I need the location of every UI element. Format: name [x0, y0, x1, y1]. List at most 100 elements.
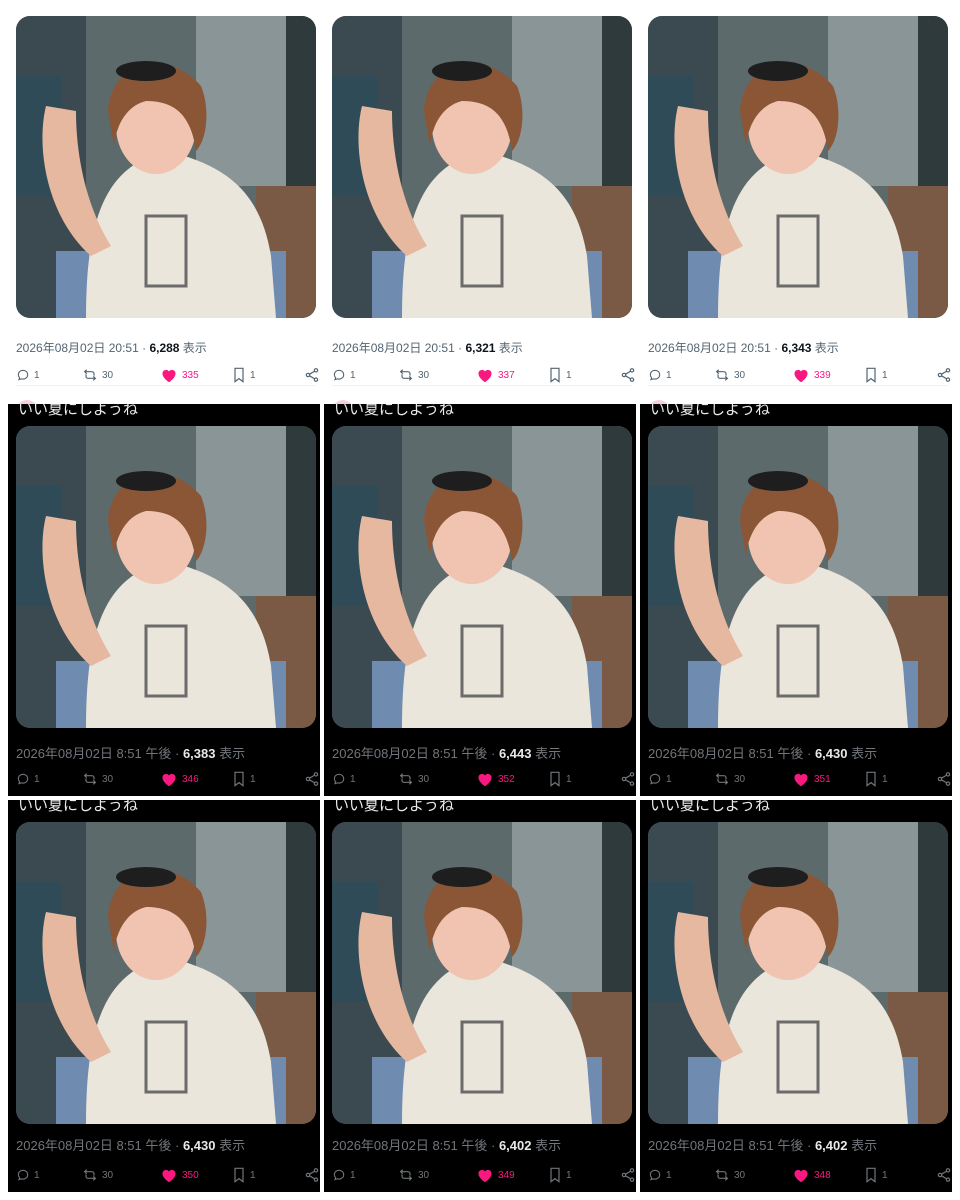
bookmarks-count: 1: [250, 1169, 256, 1181]
heart-icon: [792, 771, 810, 787]
reply-button[interactable]: 1: [648, 1165, 672, 1185]
post-date[interactable]: 2026年08月02日 8:51 午後: [332, 1138, 487, 1153]
reply-button[interactable]: 1: [16, 769, 40, 789]
repost-button[interactable]: 30: [82, 1165, 113, 1185]
view-count: 6,443: [498, 746, 532, 761]
bookmarks-count: 1: [566, 773, 572, 785]
share-button[interactable]: [936, 769, 952, 789]
separator-dot: ·: [803, 1138, 815, 1153]
bookmark-button[interactable]: 1: [548, 365, 572, 385]
replies-count: 1: [34, 369, 40, 381]
like-button[interactable]: 348: [792, 1165, 831, 1185]
view-count: 6,430: [814, 746, 848, 761]
action-bar: 1 30 339 1: [648, 365, 951, 386]
repost-button[interactable]: 30: [82, 769, 113, 789]
reply-button[interactable]: 1: [332, 769, 356, 789]
like-button[interactable]: 346: [160, 769, 199, 789]
bookmark-button[interactable]: 1: [232, 365, 256, 385]
like-button[interactable]: 349: [476, 1165, 515, 1185]
share-button[interactable]: [304, 1165, 320, 1185]
post-tile: 2026年08月02日 20:51 · 6,321 表示 1 30 337 1: [324, 8, 636, 406]
post-date[interactable]: 2026年08月02日 8:51 午後: [332, 746, 487, 761]
views-label: 表示: [847, 1138, 878, 1153]
post-photo[interactable]: [332, 16, 632, 318]
likes-count: 349: [498, 1169, 515, 1181]
replies-count: 1: [350, 369, 356, 381]
post-timestamp-views: 2026年08月02日 8:51 午後 · 6,430 表示: [16, 1135, 245, 1154]
share-button[interactable]: [936, 365, 952, 385]
like-button[interactable]: 337: [476, 365, 515, 385]
share-button[interactable]: [936, 1165, 952, 1185]
share-button[interactable]: [304, 365, 320, 385]
reply-button[interactable]: 1: [16, 365, 40, 385]
reply-button[interactable]: 1: [16, 1165, 40, 1185]
like-button[interactable]: 352: [476, 769, 515, 789]
heart-icon: [476, 771, 494, 787]
reposts-count: 30: [418, 369, 430, 381]
bookmark-button[interactable]: 1: [232, 1165, 256, 1185]
bookmark-icon: [548, 771, 562, 787]
post-caption: いい夏にしようね: [334, 800, 455, 814]
like-button[interactable]: 350: [160, 1165, 199, 1185]
like-button[interactable]: 335: [160, 365, 199, 385]
repost-button[interactable]: 30: [714, 1165, 745, 1185]
share-button[interactable]: [620, 769, 636, 789]
bookmark-button[interactable]: 1: [864, 365, 888, 385]
repost-button[interactable]: 30: [82, 365, 113, 385]
post-tile: 2026年08月02日 20:51 · 6,343 表示 1 30 339 1: [640, 8, 952, 406]
separator-dot: ·: [138, 341, 150, 355]
repost-button[interactable]: 30: [398, 769, 429, 789]
bookmark-button[interactable]: 1: [548, 1165, 572, 1185]
post-photo[interactable]: [648, 426, 948, 728]
replies-count: 1: [666, 773, 672, 785]
bookmarks-count: 1: [882, 1169, 888, 1181]
post-date[interactable]: 2026年08月02日 20:51: [16, 341, 139, 355]
post-date[interactable]: 2026年08月02日 8:51 午後: [16, 1138, 171, 1153]
repost-button[interactable]: 30: [714, 365, 745, 385]
post-date[interactable]: 2026年08月02日 20:51: [648, 341, 771, 355]
post-photo[interactable]: [648, 822, 948, 1124]
post-photo[interactable]: [332, 426, 632, 728]
reply-button[interactable]: 1: [332, 365, 356, 385]
share-button[interactable]: [620, 1165, 636, 1185]
like-button[interactable]: 339: [792, 365, 831, 385]
separator-dot: ·: [487, 1138, 499, 1153]
replies-count: 1: [666, 1169, 672, 1181]
reposts-count: 30: [734, 773, 746, 785]
post-photo[interactable]: [648, 16, 948, 318]
bookmark-button[interactable]: 1: [864, 769, 888, 789]
post-timestamp-views: 2026年08月02日 8:51 午後 · 6,402 表示: [332, 1135, 561, 1154]
repost-button[interactable]: 30: [398, 1165, 429, 1185]
post-photo[interactable]: [16, 16, 316, 318]
repost-button[interactable]: 30: [714, 769, 745, 789]
post-date[interactable]: 2026年08月02日 8:51 午後: [648, 746, 803, 761]
speech-bubble-icon: [16, 368, 30, 382]
heart-icon: [792, 367, 810, 383]
repost-arrows-icon: [398, 771, 414, 787]
post-photo[interactable]: [16, 822, 316, 1124]
reply-button[interactable]: 1: [648, 769, 672, 789]
post-photo[interactable]: [16, 426, 316, 728]
views-label: 表示: [531, 746, 562, 761]
share-button[interactable]: [304, 769, 320, 789]
reposts-count: 30: [102, 1169, 114, 1181]
repost-arrows-icon: [82, 771, 98, 787]
post-date[interactable]: 2026年08月02日 8:51 午後: [16, 746, 171, 761]
post-date[interactable]: 2026年08月02日 20:51: [332, 341, 455, 355]
like-button[interactable]: 351: [792, 769, 831, 789]
share-button[interactable]: [620, 365, 636, 385]
bookmark-button[interactable]: 1: [548, 769, 572, 789]
repost-button[interactable]: 30: [398, 365, 429, 385]
post-timestamp-views: 2026年08月02日 20:51 · 6,321 表示: [332, 339, 523, 356]
bookmark-button[interactable]: 1: [864, 1165, 888, 1185]
action-bar: 1 30 351 1: [648, 769, 951, 789]
likes-count: 339: [814, 369, 831, 381]
reply-button[interactable]: 1: [648, 365, 672, 385]
share-icon: [620, 1167, 636, 1183]
post-photo[interactable]: [332, 822, 632, 1124]
reply-button[interactable]: 1: [332, 1165, 356, 1185]
post-date[interactable]: 2026年08月02日 8:51 午後: [648, 1138, 803, 1153]
share-icon: [620, 771, 636, 787]
post-timestamp-views: 2026年08月02日 8:51 午後 · 6,430 表示: [648, 743, 877, 762]
bookmark-button[interactable]: 1: [232, 769, 256, 789]
